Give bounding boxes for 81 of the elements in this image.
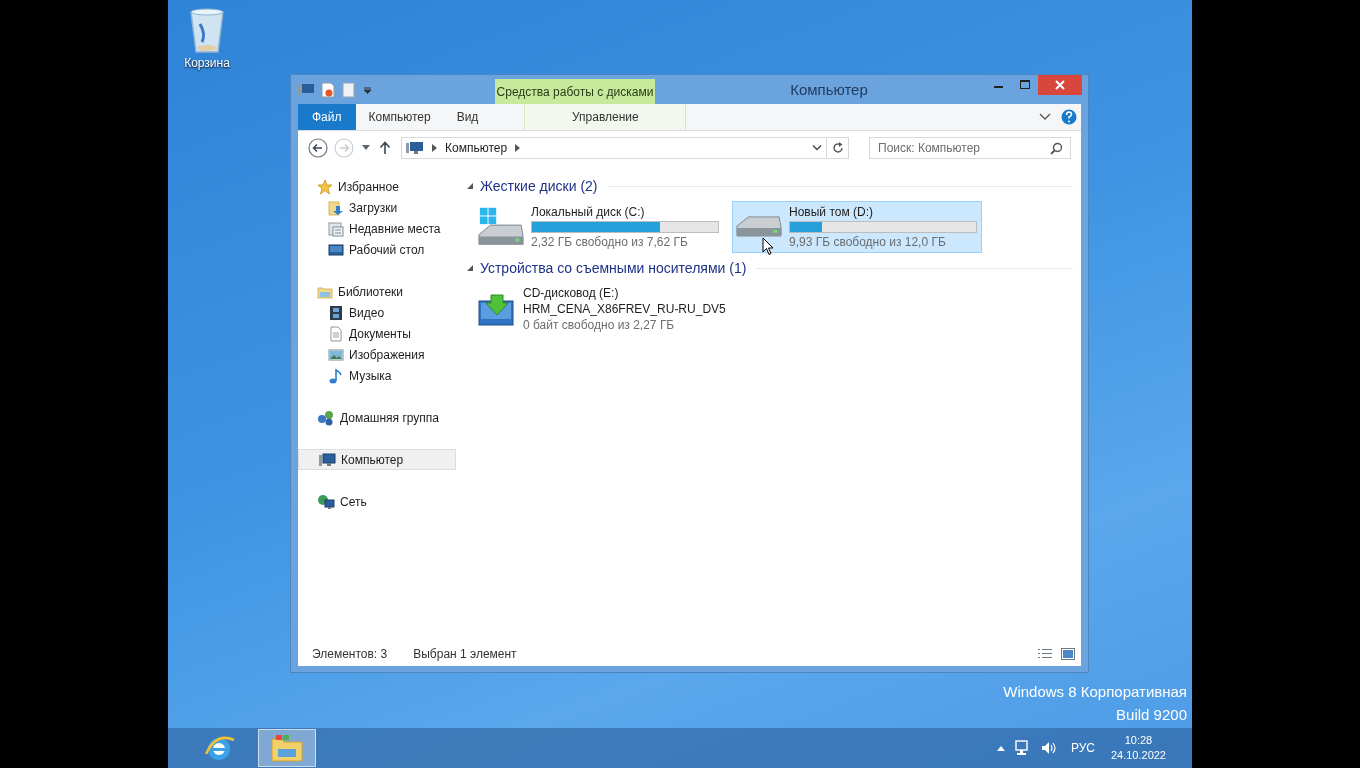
document-icon [328,325,344,342]
ribbon-tab[interactable]: Управление [524,104,687,130]
window-title: Компьютер [789,81,869,98]
edition-text: Windows 8 Корпоративная [1003,682,1187,702]
large-icons-view-icon[interactable] [1061,647,1075,660]
breadcrumb-arrow-icon[interactable] [515,144,521,152]
network-icon [317,493,335,510]
computer-icon [318,451,336,468]
close-button[interactable] [1038,75,1082,95]
drive-tile[interactable]: Новый том (D:) 9,93 ГБ свободно из 12,0 ГБ [732,201,982,253]
selection-status: Выбран 1 элемент [413,646,517,661]
nav-item[interactable]: Компьютер [298,449,456,470]
drive-tile[interactable]: Локальный диск (C:) 2,32 ГБ свободно из 7,62 ГБ [474,201,724,253]
expand-ribbon-icon[interactable] [1039,112,1051,122]
music-note-icon [328,367,344,384]
group-header[interactable]: Устройства со съемными носителями (1) [480,260,747,276]
group-header[interactable]: Жесткие диски (2) [480,178,598,194]
show-hidden-icons-icon[interactable] [996,745,1005,751]
nav-item[interactable]: Музыка [298,365,456,386]
ribbon-tab[interactable]: Вид [443,104,492,130]
back-button-icon[interactable] [308,138,328,158]
nav-item[interactable]: Рабочий стол [298,239,456,260]
recent-places-icon [328,220,344,237]
maximize-icon [1020,80,1030,90]
free-space: 2,32 ГБ свободно из 7,62 ГБ [531,235,689,249]
drive-name: CD-дисковод (E:) [523,286,620,300]
drive-name: Локальный диск (C:) [531,205,646,219]
nav-item[interactable]: Загрузки [298,197,456,218]
picture-icon [328,346,344,363]
homegroup-icon [317,409,335,426]
folder-icon [270,733,304,763]
address-bar[interactable]: Компьютер [401,137,827,159]
optical-drive-icon [477,291,517,327]
recycle-bin-icon[interactable] [187,6,227,54]
edition-text: Build 9200 [1115,705,1187,725]
drive-tile[interactable]: CD-дисковод (E:) HRM_CENA_X86FREV_RU-RU_DV5 0 байт свободно из 2,27 ГБ [474,283,724,335]
ribbon-tab[interactable]: Компьютер [355,104,444,130]
refresh-button[interactable] [827,137,849,159]
collapse-icon[interactable] [466,264,474,272]
film-icon [328,304,344,321]
search-field[interactable]: Поиск: Компьютер [869,137,1071,159]
dropdown-caret-icon[interactable] [363,85,372,94]
clock[interactable]: 10:28 24.10.2022 [1110,733,1166,763]
nav-item[interactable]: Сеть [298,491,456,512]
nav-item[interactable]: Изображения [298,344,456,365]
star-icon [317,178,333,195]
hard-drive-icon [735,216,783,238]
icon-label[interactable]: Корзина [184,56,230,70]
details-view-icon[interactable] [1037,647,1053,660]
free-space: 9,93 ГБ свободно из 12,0 ГБ [789,235,947,249]
nav-item[interactable]: Библиотеки [298,281,456,302]
network-icon[interactable] [1014,740,1031,756]
properties-icon[interactable] [321,81,335,98]
breadcrumb-arrow-icon[interactable] [432,144,437,152]
breadcrumb[interactable]: Компьютер [445,141,508,155]
nav-item[interactable]: Недавние места [298,218,456,239]
drive-name: Новый том (D:) [789,205,874,219]
monitor-icon [328,241,344,258]
search-icon [1050,142,1063,155]
up-arrow-icon[interactable] [379,141,391,155]
computer-icon [406,141,424,155]
help-icon[interactable] [1061,109,1077,125]
mouse-pointer-icon [762,237,774,256]
computer-icon[interactable] [298,82,314,97]
contextual-tab-group: Средства работы с дисками [495,79,655,105]
speaker-icon[interactable] [1040,740,1057,756]
language-indicator[interactable]: РУС [1070,741,1095,755]
nav-item[interactable]: Документы [298,323,456,344]
collapse-icon[interactable] [466,182,474,190]
download-folder-icon [328,199,344,216]
dropdown-caret-icon[interactable] [812,144,822,152]
close-icon [1055,80,1065,90]
nav-item[interactable]: Видео [298,302,456,323]
volume-label: HRM_CENA_X86FREV_RU-RU_DV5 [523,302,726,316]
item-count: Элементов: 3 [312,646,388,661]
nav-item[interactable]: Домашняя группа [298,407,456,428]
refresh-icon [831,142,844,154]
nav-item[interactable]: Избранное [298,176,456,197]
free-space: 0 байт свободно из 2,27 ГБ [523,318,676,332]
recent-caret-icon[interactable] [362,145,371,151]
ribbon-tab[interactable]: Файл [298,104,356,130]
